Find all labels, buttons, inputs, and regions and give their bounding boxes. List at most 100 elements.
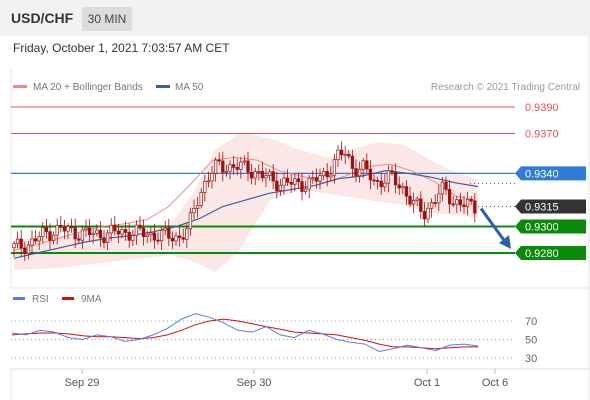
candle-body xyxy=(170,237,175,242)
candle-body xyxy=(66,226,70,232)
candle-body xyxy=(203,181,207,193)
candle-body xyxy=(332,159,337,176)
candle-body xyxy=(174,235,178,242)
candle-body xyxy=(145,234,149,238)
candle-body xyxy=(152,232,157,241)
candle-body xyxy=(343,153,347,156)
candle-body xyxy=(192,208,196,214)
candle-body xyxy=(48,231,52,241)
candle-body xyxy=(213,159,218,174)
candle-body xyxy=(33,238,38,242)
candle-body xyxy=(246,160,250,173)
candle-body xyxy=(314,177,319,182)
candle-body xyxy=(289,181,293,185)
candle-body xyxy=(109,224,113,234)
price-level-labels: 0.9390 0.9370 0.9340 0.9315 0.9300 0.9280 xyxy=(515,102,586,260)
candle-body xyxy=(372,179,376,182)
candle-body xyxy=(73,227,77,240)
candle-body xyxy=(401,186,405,189)
candle-body xyxy=(113,224,117,232)
copyright-label: Research © 2021 Trading Central xyxy=(431,82,580,93)
candle-body xyxy=(131,235,135,241)
candle-body xyxy=(149,232,153,236)
candle-body xyxy=(271,171,275,182)
candle-body xyxy=(239,161,243,170)
candle-body xyxy=(354,168,358,177)
candle-body xyxy=(206,180,211,183)
candle-body xyxy=(120,229,124,235)
candle-body xyxy=(210,173,214,182)
candle-body xyxy=(368,168,373,181)
candle-body xyxy=(267,171,272,176)
candle-body xyxy=(249,171,254,179)
candle-body xyxy=(260,170,265,179)
candle-body xyxy=(339,149,344,156)
rsi-line xyxy=(11,313,479,353)
candle-body xyxy=(224,170,229,173)
candle-body xyxy=(386,170,391,184)
candle-body xyxy=(350,155,355,169)
candle-body xyxy=(426,207,430,220)
ma20-legend-label: MA 20 + Bollinger Bands xyxy=(33,82,143,93)
candle-body xyxy=(177,235,182,238)
candle-body xyxy=(181,237,185,240)
level-label-0.9280: 0.9280 xyxy=(525,248,559,260)
candle-body xyxy=(264,175,268,179)
ma50-legend-label: MA 50 xyxy=(175,82,204,93)
ma50-legend-swatch xyxy=(156,85,170,88)
rsi-legend-swatch xyxy=(13,297,25,300)
x-axis: Sep 29 Sep 30 Oct 1 Oct 6 xyxy=(65,369,508,389)
candle-body xyxy=(325,170,329,178)
candle-body xyxy=(127,232,131,241)
candle-body xyxy=(275,180,279,191)
candle-body xyxy=(357,168,362,177)
candle-body xyxy=(77,238,81,241)
candle-body xyxy=(41,227,45,237)
candle-body xyxy=(51,234,56,241)
candle-body xyxy=(123,229,128,233)
candle-body xyxy=(433,202,437,204)
forecast-arrow xyxy=(479,207,511,250)
candle-body xyxy=(404,186,409,197)
candle-body xyxy=(141,227,146,238)
candle-body xyxy=(116,230,121,235)
candle-body xyxy=(188,212,193,230)
candle-body xyxy=(159,229,164,242)
candle-body xyxy=(379,180,383,188)
candle-body xyxy=(429,202,434,209)
candle-body xyxy=(296,178,301,182)
candle-body xyxy=(44,227,49,232)
candle-body xyxy=(84,227,88,231)
candle-body xyxy=(437,193,441,204)
candle-body xyxy=(318,175,322,182)
x-tick-label-Sep-29: Sep 29 xyxy=(65,377,100,389)
candle-body xyxy=(19,238,23,249)
level-label-0.9370: 0.9370 xyxy=(525,129,559,141)
candle-body xyxy=(293,178,297,185)
candle-body xyxy=(62,226,67,232)
candle-body xyxy=(451,203,455,206)
candle-body xyxy=(228,164,232,172)
candle-body xyxy=(419,198,423,212)
candle-body xyxy=(440,181,445,195)
candle-body xyxy=(87,227,92,235)
candle-body xyxy=(59,224,63,228)
rsi-tick-70: 70 xyxy=(525,316,537,328)
candle-body xyxy=(365,160,369,170)
candle-body xyxy=(30,238,34,246)
level-label-0.9340: 0.9340 xyxy=(525,168,559,180)
candle-body xyxy=(102,237,106,244)
candle-body xyxy=(307,177,311,190)
level-label-0.9300: 0.9300 xyxy=(525,221,559,233)
candle-body xyxy=(311,177,315,179)
candle-body xyxy=(37,236,41,242)
candle-body xyxy=(199,192,203,206)
candle-body xyxy=(375,180,380,182)
rsi-9ma-line xyxy=(11,318,478,350)
candle-body xyxy=(422,211,427,220)
x-tick-label-Oct-1: Oct 1 xyxy=(414,377,440,389)
candle-body xyxy=(138,224,142,229)
candle-body xyxy=(242,160,247,163)
candle-body xyxy=(231,164,236,168)
candle-body xyxy=(95,229,99,234)
